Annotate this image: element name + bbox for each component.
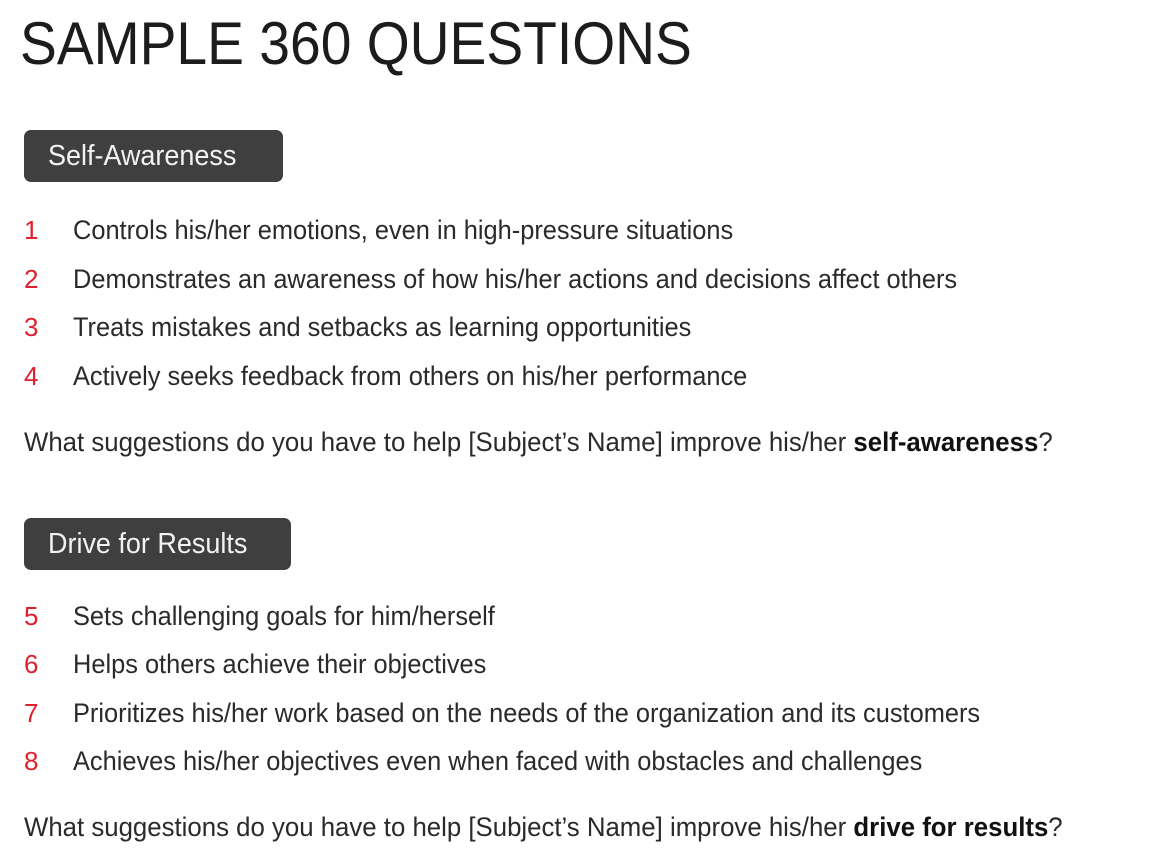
page-title: SAMPLE 360 QUESTIONS: [20, 10, 692, 77]
question-number: 2: [24, 264, 39, 294]
question-number: 8: [24, 746, 39, 776]
suggestion-prompt-drive-for-results: What suggestions do you have to help [Su…: [24, 807, 1063, 847]
question-number: 7: [24, 698, 39, 728]
question-text: Achieves his/her objectives even when fa…: [73, 746, 923, 776]
prompt-text: What suggestions do you have to help [Su…: [24, 427, 854, 457]
question-text: Demonstrates an awareness of how his/her…: [73, 264, 958, 294]
question-text: Actively seeks feedback from others on h…: [73, 361, 748, 391]
section-heading-self-awareness: Self-Awareness: [24, 130, 283, 182]
question-text: Treats mistakes and setbacks as learning…: [73, 312, 692, 342]
question-number: 5: [24, 601, 39, 631]
suggestion-prompt-self-awareness: What suggestions do you have to help [Su…: [24, 422, 1053, 462]
question-number: 6: [24, 649, 39, 679]
question-text: Controls his/her emotions, even in high-…: [73, 215, 734, 245]
question-number: 3: [24, 312, 39, 342]
question-number: 4: [24, 361, 39, 391]
section-heading-label: Drive for Results: [48, 528, 248, 560]
prompt-emphasis: drive for results: [853, 812, 1049, 842]
prompt-emphasis: self-awareness: [853, 427, 1039, 457]
section-heading-drive-for-results: Drive for Results: [24, 518, 291, 570]
section-heading-label: Self-Awareness: [48, 140, 237, 172]
prompt-text: What suggestions do you have to help [Su…: [24, 812, 854, 842]
question-text: Helps others achieve their objectives: [73, 649, 487, 679]
prompt-end: ?: [1048, 812, 1063, 842]
question-text: Prioritizes his/her work based on the ne…: [73, 698, 981, 728]
prompt-end: ?: [1038, 427, 1053, 457]
question-number: 1: [24, 215, 39, 245]
question-text: Sets challenging goals for him/herself: [73, 601, 495, 631]
